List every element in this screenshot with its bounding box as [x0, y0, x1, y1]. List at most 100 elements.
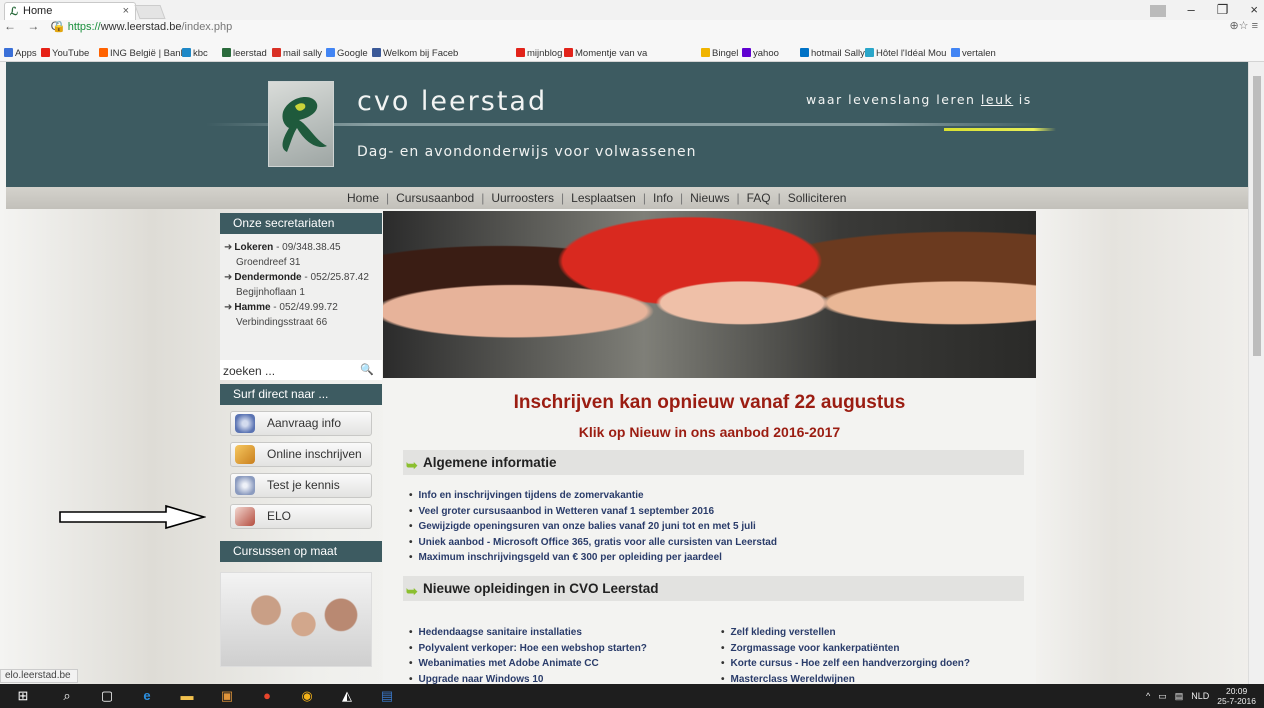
- group-photo[interactable]: [220, 572, 372, 667]
- url-scheme: https://: [67, 21, 101, 33]
- search-input[interactable]: zoeken ... 🔍: [220, 360, 382, 380]
- windows-start-icon[interactable]: ⊞: [14, 687, 32, 705]
- menu-item-nieuws[interactable]: Nieuws: [690, 191, 729, 205]
- bookmark-favicon-icon: [326, 48, 335, 57]
- bookmark-favicon-icon: [41, 48, 50, 57]
- file-explorer-icon[interactable]: ▬: [178, 687, 196, 705]
- algemene-info-list: Info en inschrijvingen tijdens de zomerv…: [409, 488, 777, 566]
- task-view-icon[interactable]: ▢: [98, 687, 116, 705]
- site-slogan: waar levenslang leren leuk is: [806, 92, 1032, 107]
- course-link[interactable]: Polyvalent verkoper: Hoe een webshop sta…: [409, 641, 647, 657]
- office-phone: - 052/25.87.42: [301, 272, 369, 283]
- app-icon[interactable]: ▣: [218, 687, 236, 705]
- bookmark-favicon-icon: [865, 48, 874, 57]
- bookmark-bingel[interactable]: Bingel: [701, 48, 738, 59]
- photos-icon[interactable]: ◭: [338, 687, 356, 705]
- url-field[interactable]: 🔒 https://www.leerstad.be/index.php: [52, 20, 232, 33]
- close-window-button[interactable]: ×: [1250, 2, 1258, 18]
- section2-title: Nieuwe opleidingen in CVO Leerstad: [423, 581, 659, 596]
- arrow-icon: ➜: [224, 242, 233, 253]
- course-link[interactable]: Hedendaagse sanitaire installaties: [409, 625, 647, 641]
- page-scrollbar[interactable]: [1248, 62, 1264, 684]
- network-icon[interactable]: ▭: [1158, 691, 1167, 702]
- leerstad-logo[interactable]: [268, 81, 334, 167]
- bookmark-hotmail-sally[interactable]: hotmail Sally: [800, 48, 865, 59]
- menu-item-solliciteren[interactable]: Solliciteren: [788, 191, 847, 205]
- slogan-underlined: leuk: [980, 92, 1014, 107]
- office-name[interactable]: Lokeren: [234, 242, 273, 253]
- bookmark-vertalen[interactable]: vertalen: [951, 48, 996, 59]
- clock[interactable]: 20:09 25-7-2016: [1217, 686, 1256, 706]
- tab-home[interactable]: ℒ Home ×: [4, 2, 136, 20]
- bookmark-favicon-icon: [951, 48, 960, 57]
- bookmark-momentje-van-va[interactable]: Momentje van va: [564, 48, 647, 59]
- elo-label: ELO: [267, 509, 292, 523]
- scrollbar-thumb[interactable]: [1253, 76, 1261, 356]
- new-tab-button[interactable]: [134, 5, 166, 19]
- nieuwe-opleidingen-left: Hedendaagse sanitaire installatiesPolyva…: [409, 625, 647, 684]
- news-link[interactable]: Info en inschrijvingen tijdens de zomerv…: [409, 488, 777, 504]
- slogan-pre: waar levenslang leren: [806, 92, 981, 107]
- notifications-icon[interactable]: ▤: [1175, 691, 1184, 702]
- minimize-button[interactable]: –: [1188, 2, 1195, 18]
- tab-title: Home: [23, 5, 53, 17]
- bookmark-mijnblog[interactable]: mijnblog: [516, 48, 562, 59]
- menu-item-cursusaanbod[interactable]: Cursusaanbod: [396, 191, 474, 205]
- bookmarks-bar: Apps YouTube ING België | Bank kbc leerstad m…: [0, 34, 1264, 62]
- browser-tab-bar: ℒ Home × – ❐ ×: [0, 0, 1264, 20]
- cursussen-op-maat-title[interactable]: Cursussen op maat: [220, 541, 382, 562]
- bookmark-favicon-icon: [222, 48, 231, 57]
- bookmark-youtube[interactable]: YouTube: [41, 48, 89, 59]
- tray-chevron-icon[interactable]: ^: [1146, 691, 1150, 701]
- elo-icon: [235, 507, 255, 526]
- surf-direct-title: Surf direct naar ...: [220, 384, 382, 405]
- edge-icon[interactable]: e: [138, 687, 156, 705]
- course-link[interactable]: Masterclass Wereldwijnen: [721, 672, 970, 684]
- bookmark-kbc[interactable]: kbc: [182, 48, 208, 59]
- bookmark-welkom-bij-faceb[interactable]: Welkom bij Faceb: [372, 48, 458, 59]
- menu-item-home[interactable]: Home: [347, 191, 379, 205]
- aanvraag-info-button[interactable]: Aanvraag info: [230, 411, 372, 436]
- test-je-kennis-button[interactable]: Test je kennis: [230, 473, 372, 498]
- course-link[interactable]: Zorgmassage voor kankerpatiënten: [721, 641, 970, 657]
- bookmark-h-tel-l-id-al-mou[interactable]: Hôtel l'Idéal Mou: [865, 48, 946, 59]
- course-link[interactable]: Webanimaties met Adobe Animate CC: [409, 656, 647, 672]
- chrome-icon[interactable]: ◉: [298, 687, 316, 705]
- bookmark-google[interactable]: Google: [326, 48, 368, 59]
- user-profile-icon[interactable]: [1149, 5, 1166, 17]
- bookmark-mail-sally[interactable]: mail sally: [272, 48, 322, 59]
- course-link[interactable]: Zelf kleding verstellen: [721, 625, 970, 641]
- word-icon[interactable]: ▤: [378, 687, 396, 705]
- news-link[interactable]: Veel groter cursusaanbod in Wetteren van…: [409, 504, 777, 520]
- menu-item-faq[interactable]: FAQ: [747, 191, 771, 205]
- app-icon[interactable]: ●: [258, 687, 276, 705]
- main-subheadline[interactable]: Klik op Nieuw in ons aanbod 2016-2017: [383, 424, 1036, 440]
- online-inschrijven-button[interactable]: Online inschrijven: [230, 442, 372, 467]
- site-name: cvo leerstad: [357, 86, 548, 117]
- language-indicator[interactable]: NLD: [1191, 691, 1209, 701]
- office-name[interactable]: Hamme: [234, 302, 270, 313]
- menu-item-lesplaatsen[interactable]: Lesplaatsen: [571, 191, 636, 205]
- elo-button[interactable]: ELO: [230, 504, 372, 529]
- tab-close-icon[interactable]: ×: [123, 3, 129, 19]
- search-icon[interactable]: 🔍: [360, 363, 374, 376]
- main-headline[interactable]: Inschrijven kan opnieuw vanaf 22 augustu…: [383, 392, 1036, 414]
- office-street: Begijnhoflaan 1: [236, 287, 305, 298]
- maximize-button[interactable]: ❐: [1217, 2, 1229, 18]
- address-bar: ← → C 🔒 https://www.leerstad.be/index.php…: [0, 19, 1264, 34]
- course-link[interactable]: Korte cursus - Hoe zelf een handverzorgi…: [721, 656, 970, 672]
- bookmark-ing-belgi-bank[interactable]: ING België | Bank: [99, 48, 185, 59]
- news-link[interactable]: Maximum inschrijvingsgeld van € 300 per …: [409, 550, 777, 566]
- bookmark-yahoo[interactable]: yahoo: [742, 48, 779, 59]
- zoom-star-menu-icons[interactable]: ⊕☆ ≡: [1229, 19, 1258, 32]
- course-link[interactable]: Upgrade naar Windows 10: [409, 672, 647, 684]
- menu-item-info[interactable]: Info: [653, 191, 673, 205]
- office-name[interactable]: Dendermonde: [234, 272, 301, 283]
- menu-item-uurroosters[interactable]: Uurroosters: [491, 191, 554, 205]
- bookmark-apps[interactable]: Apps: [4, 48, 37, 59]
- search-icon[interactable]: ⌕: [58, 687, 76, 705]
- bookmark-leerstad[interactable]: leerstad: [222, 48, 267, 59]
- news-link[interactable]: Uniek aanbod - Microsoft Office 365, gra…: [409, 535, 777, 551]
- online-inschrijven-label: Online inschrijven: [267, 447, 362, 461]
- news-link[interactable]: Gewijzigde openingsuren van onze balies …: [409, 519, 777, 535]
